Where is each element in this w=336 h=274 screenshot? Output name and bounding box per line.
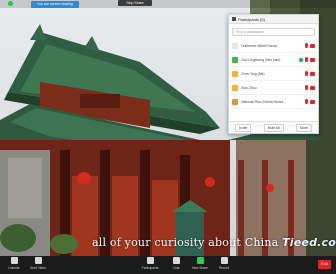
start-video-label: Start Video: [30, 266, 46, 270]
participants-icon: [146, 257, 154, 264]
video-icon: [34, 257, 42, 264]
invite-button[interactable]: Invite: [235, 123, 252, 132]
participants-panel-footer: Invite Mute All More: [229, 121, 318, 133]
share-status-text: You are screen sharing: [37, 2, 73, 6]
mute-all-button[interactable]: Mute All: [263, 123, 284, 132]
caption-brand: Tieed.com: [282, 236, 336, 249]
start-video-button[interactable]: Start Video: [28, 257, 48, 270]
participant-row[interactable]: Guilherme Mirelli Sousa: [229, 39, 318, 53]
chat-icon: [172, 257, 180, 264]
meeting-toolbar: Unmute Start Video Participants Chat New…: [0, 256, 336, 274]
mic-icon: [10, 257, 18, 264]
mic-muted-icon[interactable]: [305, 71, 308, 76]
avatar: [232, 42, 238, 49]
participant-name: Chen Ying (Me): [241, 71, 265, 76]
record-label: Record: [218, 266, 230, 270]
sharing-status-icon: [8, 1, 13, 6]
mic-muted-icon[interactable]: [305, 99, 308, 104]
participants-button[interactable]: Participants: [140, 257, 160, 270]
participants-icon: [232, 17, 236, 21]
new-share-label: New Share: [192, 266, 208, 270]
video-caption: all of your curiosity about China Tieed.…: [92, 236, 336, 249]
participant-name: Guilherme Mirelli Sousa: [241, 43, 277, 48]
video-off-icon[interactable]: [310, 57, 315, 62]
video-off-icon[interactable]: [310, 43, 315, 48]
participant-name: Guo Lingsheng (Wei Lian): [241, 57, 281, 62]
participant-row[interactable]: Guo Lingsheng (Wei Lian): [229, 53, 318, 67]
new-share-button[interactable]: New Share: [190, 257, 210, 270]
participants-label: Participants: [141, 266, 159, 270]
zoom-screen-share-window: You are screen sharing Stop Share all of…: [0, 0, 336, 274]
avatar: [232, 84, 238, 91]
end-meeting-button[interactable]: End: [318, 260, 331, 269]
mic-muted-icon[interactable]: [305, 85, 308, 90]
participants-panel: Participants (5) Find a participant Guil…: [228, 14, 319, 134]
chat-label: Chat: [172, 266, 180, 270]
participant-search-input[interactable]: Find a participant: [232, 28, 315, 36]
participant-row[interactable]: Chen Ying (Me): [229, 67, 318, 81]
mic-muted-icon[interactable]: [305, 43, 308, 48]
video-off-icon[interactable]: [310, 85, 315, 90]
avatar: [232, 56, 238, 63]
participants-panel-header[interactable]: Participants (5): [229, 15, 318, 24]
avatar: [232, 70, 238, 77]
video-off-icon[interactable]: [310, 71, 315, 76]
participant-name: Halenda Ricci Kebria Rucka: [241, 99, 284, 104]
record-icon: [220, 257, 228, 264]
unmute-button[interactable]: Unmute: [4, 257, 24, 270]
caption-text: all of your curiosity about China: [92, 236, 279, 249]
video-off-icon[interactable]: [310, 99, 315, 104]
share-screen-icon: [196, 257, 204, 264]
screen-share-banner: You are screen sharing Stop Share: [0, 0, 336, 8]
record-button[interactable]: Record: [214, 257, 234, 270]
participant-row[interactable]: Halenda Ricci Kebria Rucka: [229, 95, 318, 109]
chat-button[interactable]: Chat: [166, 257, 186, 270]
participant-row[interactable]: Xiao Zhou: [229, 81, 318, 95]
participants-panel-title: Participants (5): [238, 16, 265, 22]
more-button[interactable]: More: [296, 123, 312, 132]
stop-share-button[interactable]: Stop Share: [118, 0, 152, 6]
screen-sharing-icon: [299, 57, 303, 62]
mic-muted-icon[interactable]: [305, 57, 308, 62]
participant-name: Xiao Zhou: [241, 85, 257, 90]
avatar: [232, 98, 238, 105]
unmute-label: Unmute: [8, 266, 20, 270]
